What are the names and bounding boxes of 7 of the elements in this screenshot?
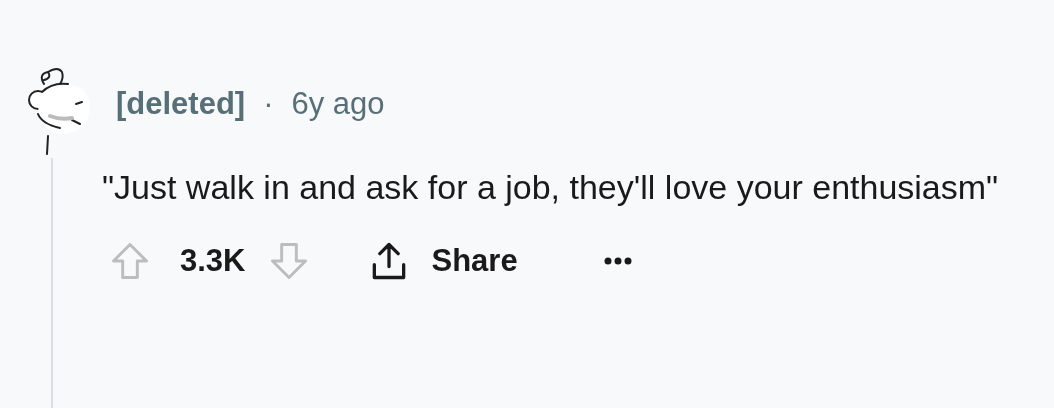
separator-dot: ·	[263, 84, 274, 123]
timestamp: 6y ago	[291, 84, 385, 123]
author-name[interactable]: [deleted]	[116, 80, 246, 128]
comment-text: "Just walk in and ask for a job, they'll love your enthusiasm"	[102, 167, 1000, 208]
vote-count: 3.3K	[180, 241, 246, 280]
more-options-icon[interactable]	[603, 257, 632, 265]
share-button[interactable]: Share	[367, 237, 518, 285]
